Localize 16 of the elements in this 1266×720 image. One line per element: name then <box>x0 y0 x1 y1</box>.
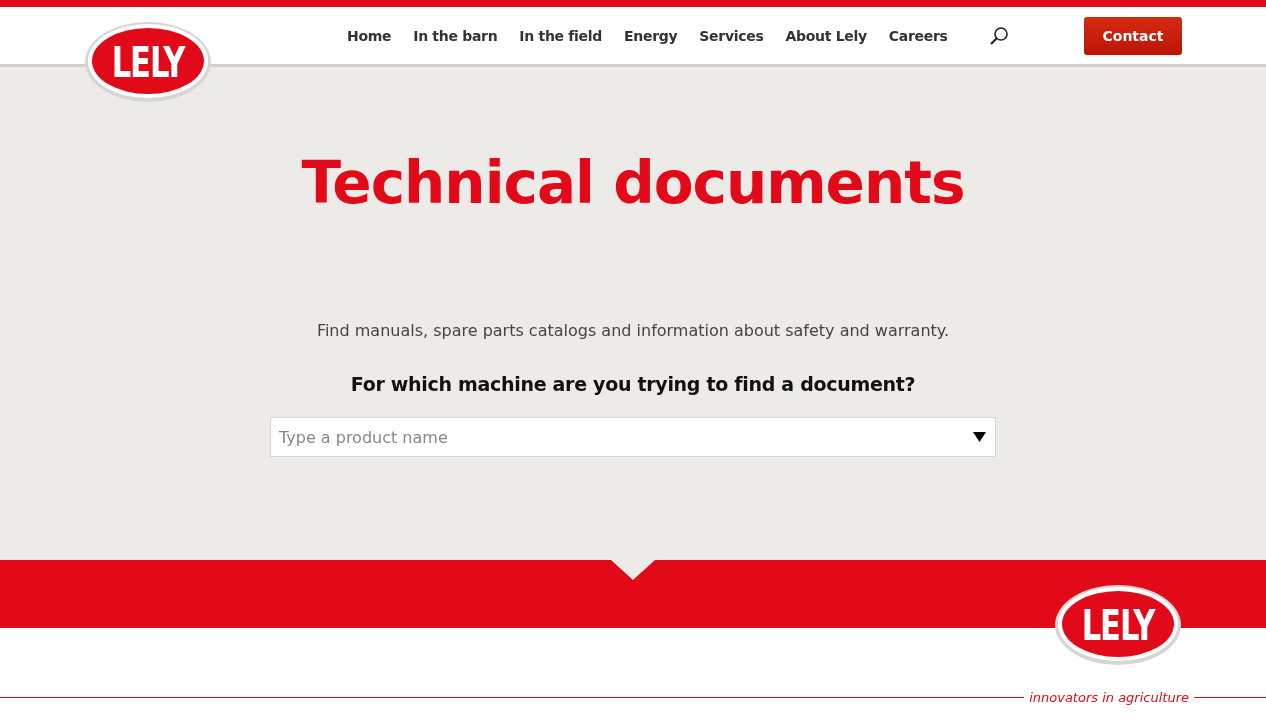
dropdown-caret-icon <box>973 432 986 442</box>
nav-link[interactable]: In the barn <box>402 27 509 44</box>
tagline: innovators in agriculture <box>1028 690 1190 705</box>
intro-text: Find manuals, spare parts catalogs and information about safety and warranty. <box>316 321 950 340</box>
nav-link[interactable]: Energy <box>613 27 689 44</box>
search-icon[interactable] <box>988 25 1009 46</box>
nav-link[interactable]: About Lely <box>774 27 878 44</box>
contact-button[interactable]: Contact <box>1084 16 1182 55</box>
nav-link[interactable]: Home <box>336 27 403 44</box>
product-select[interactable]: Type a product name <box>270 417 996 457</box>
logo: LELY <box>1054 584 1182 666</box>
nav-link[interactable]: Services <box>688 27 775 44</box>
nav-link[interactable]: Careers <box>877 27 959 44</box>
page-title: Technical documents <box>301 149 965 217</box>
question-heading: For which machine are you trying to find a document? <box>350 373 916 395</box>
nav-link[interactable]: In the field <box>508 27 614 44</box>
